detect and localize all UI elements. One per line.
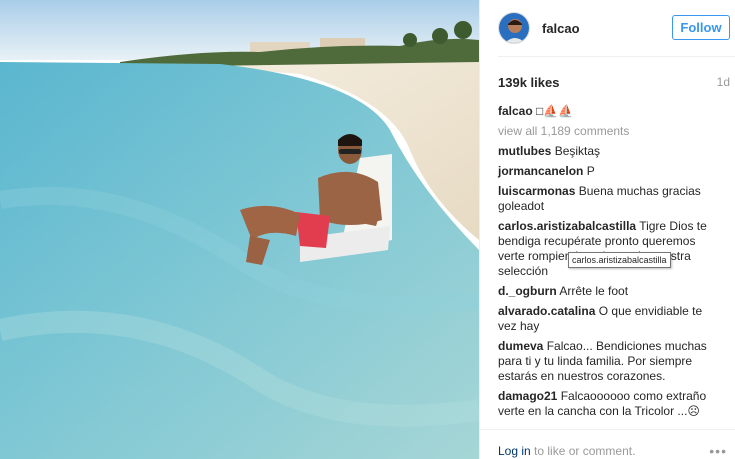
comment-author[interactable]: jormancanelon xyxy=(498,164,583,178)
caption-author[interactable]: falcao xyxy=(498,104,533,118)
login-link[interactable]: Log in xyxy=(498,444,531,458)
view-all-comments-link[interactable]: view all 1,189 comments xyxy=(498,124,710,139)
post-photo[interactable] xyxy=(0,0,479,459)
caption-text: □⛵⛵ xyxy=(536,104,574,118)
comment-text: Arrête le foot xyxy=(559,284,629,298)
list-item: luiscarmonas Buena muchas gracias golead… xyxy=(498,184,710,214)
list-item: damago21 Falcaoooooo como extraño verte … xyxy=(498,389,710,419)
post-age[interactable]: 1d xyxy=(717,75,730,89)
post-details-panel: falcao Follow 139k likes 1d falcao □⛵⛵ v… xyxy=(479,0,735,459)
comment-text: Beşiktaş xyxy=(554,144,601,158)
more-options-icon[interactable]: ••• xyxy=(709,444,727,458)
follow-button[interactable]: Follow xyxy=(672,15,730,40)
likes-row: 139k likes 1d xyxy=(498,74,730,90)
comment-author[interactable]: damago21 xyxy=(498,389,557,403)
list-item: jormancanelon P xyxy=(498,164,710,179)
post-header: falcao Follow xyxy=(480,0,735,56)
comment-author[interactable]: d._ogburn xyxy=(498,284,557,298)
comment-author[interactable]: carlos.aristizabalcastilla xyxy=(498,219,636,233)
comment-author[interactable]: luiscarmonas xyxy=(498,184,575,198)
list-item: alvarado.catalina O que envidiable te ve… xyxy=(498,304,710,334)
header-divider xyxy=(498,56,735,57)
username-link[interactable]: falcao xyxy=(542,21,580,36)
avatar[interactable] xyxy=(498,12,530,44)
comment-author[interactable]: dumeva xyxy=(498,339,543,353)
author-tooltip: carlos.aristizabalcastilla xyxy=(568,252,671,268)
comment-text: P xyxy=(586,164,595,178)
login-prompt: Log in to like or comment. xyxy=(498,444,635,458)
comment-author[interactable]: alvarado.catalina xyxy=(498,304,595,318)
caption: falcao □⛵⛵ xyxy=(498,104,710,119)
list-item: d._ogburn Arrête le foot xyxy=(498,284,710,299)
login-prompt-text: to like or comment. xyxy=(530,444,636,458)
avatar-image xyxy=(499,13,529,43)
comment-author[interactable]: mutlubes xyxy=(498,144,551,158)
beach-photo-image xyxy=(0,0,479,459)
list-item: carlos.aristizabalcastilla Tigre Dios te… xyxy=(498,219,710,279)
likes-count[interactable]: 139k likes xyxy=(498,75,559,90)
list-item: dumeva Falcao... Bendiciones muchas para… xyxy=(498,339,710,384)
list-item: mutlubes Beşiktaş xyxy=(498,144,710,159)
comment-footer: Log in to like or comment. ••• xyxy=(480,429,735,459)
